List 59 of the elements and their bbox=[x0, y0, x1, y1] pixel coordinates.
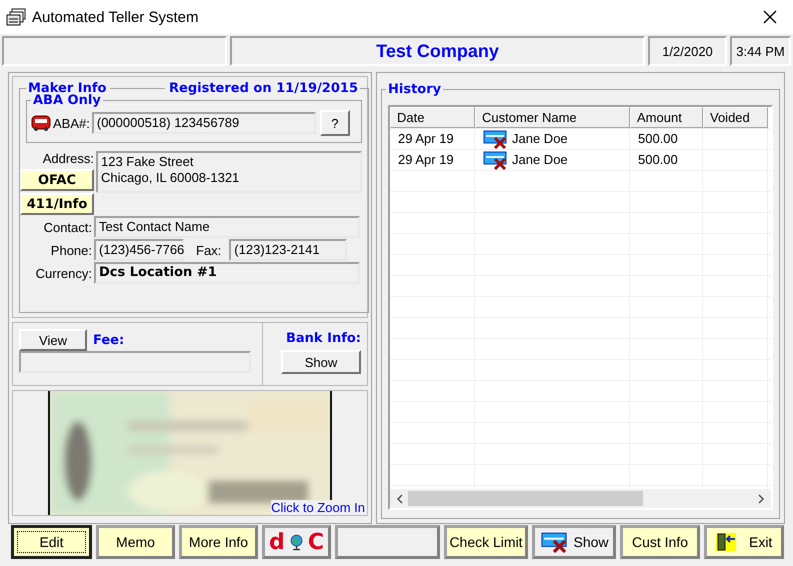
history-row[interactable]: 29 Apr 19 Jane Doe 500.00 bbox=[390, 128, 771, 149]
fee-field[interactable] bbox=[19, 351, 251, 373]
table-cell-text: 29 Apr 19 bbox=[397, 152, 455, 167]
window-title: Automated Teller System bbox=[32, 8, 200, 26]
table-cell: Jane Doe bbox=[512, 131, 568, 146]
toolbar-button[interactable]: More Info bbox=[179, 525, 258, 559]
door-icon bbox=[716, 533, 736, 551]
app-icon bbox=[6, 8, 26, 26]
field-label: Address: bbox=[42, 151, 94, 168]
logo-button[interactable]: d C bbox=[262, 525, 331, 559]
card-x-icon bbox=[483, 128, 507, 148]
group-title: ABA Only bbox=[33, 93, 101, 108]
table-cell-text: 500.00 bbox=[637, 131, 679, 146]
scroll-left-icon bbox=[396, 494, 404, 504]
scroll-right-icon bbox=[757, 494, 765, 504]
help-button[interactable]: ? bbox=[320, 110, 350, 136]
table-cell-text: 29 Apr 19 bbox=[397, 131, 455, 146]
show-history-button[interactable]: Show bbox=[532, 525, 616, 559]
ofac-button[interactable]: OFAC bbox=[20, 169, 94, 191]
close-icon[interactable] bbox=[763, 10, 777, 24]
card-x-icon bbox=[539, 531, 570, 553]
field-label: Fax: bbox=[196, 242, 222, 258]
contact-field[interactable]: Test Contact Name bbox=[94, 216, 360, 238]
view-button[interactable]: View bbox=[19, 329, 87, 351]
toolbar-button[interactable]: Cust Info bbox=[620, 525, 700, 559]
phone-field[interactable]: (123)456-7766 bbox=[94, 239, 184, 261]
time-display: 3:44 PM bbox=[730, 36, 791, 66]
card-x-icon bbox=[483, 150, 507, 170]
fax-field[interactable]: (123)123-2141 bbox=[229, 239, 348, 261]
zoom-link[interactable]: Click to Zoom In bbox=[271, 500, 365, 515]
aba-field[interactable]: (000000518) 123456789 bbox=[92, 112, 316, 134]
field-label: Phone: bbox=[50, 242, 92, 258]
table-cell-text: 500.00 bbox=[637, 152, 679, 167]
address-field[interactable]: 123 Fake Street Chicago, IL 60008-1321 bbox=[96, 151, 362, 193]
date-display: 1/2/2020 bbox=[648, 36, 727, 66]
column-header[interactable]: Voided bbox=[703, 107, 768, 128]
column-header[interactable]: Amount bbox=[630, 107, 703, 128]
bus-icon bbox=[31, 114, 51, 132]
edit-button[interactable]: Edit bbox=[11, 525, 92, 559]
column-header[interactable]: Date bbox=[390, 107, 475, 128]
field-label: ABA#: bbox=[53, 116, 90, 130]
exit-button[interactable]: Exit bbox=[704, 525, 784, 559]
scrollbar-thumb[interactable] bbox=[408, 491, 643, 506]
column-header[interactable]: Customer Name bbox=[475, 107, 630, 128]
info-button[interactable]: 411/Info bbox=[20, 193, 94, 215]
fee-label: Fee: bbox=[93, 332, 124, 348]
horizontal-scrollbar[interactable] bbox=[390, 489, 771, 508]
company-name: Test Company bbox=[230, 36, 645, 66]
field-label: Currency: bbox=[34, 266, 92, 280]
toolbar-button[interactable]: Check Limit bbox=[444, 525, 528, 559]
table-cell: Jane Doe bbox=[512, 152, 568, 167]
group-title: History bbox=[388, 82, 442, 97]
registered-date: Registered on 11/19/2015 bbox=[169, 81, 358, 96]
show-button[interactable]: Show bbox=[281, 350, 361, 374]
toolbar-button[interactable]: Memo bbox=[96, 525, 175, 559]
bank-info-label: Bank Info: bbox=[286, 331, 361, 346]
field-label: Contact: bbox=[42, 220, 92, 234]
currency-field[interactable]: Dcs Location #1 bbox=[94, 262, 360, 284]
history-row[interactable]: 29 Apr 19 Jane Doe 500.00 bbox=[390, 149, 771, 170]
